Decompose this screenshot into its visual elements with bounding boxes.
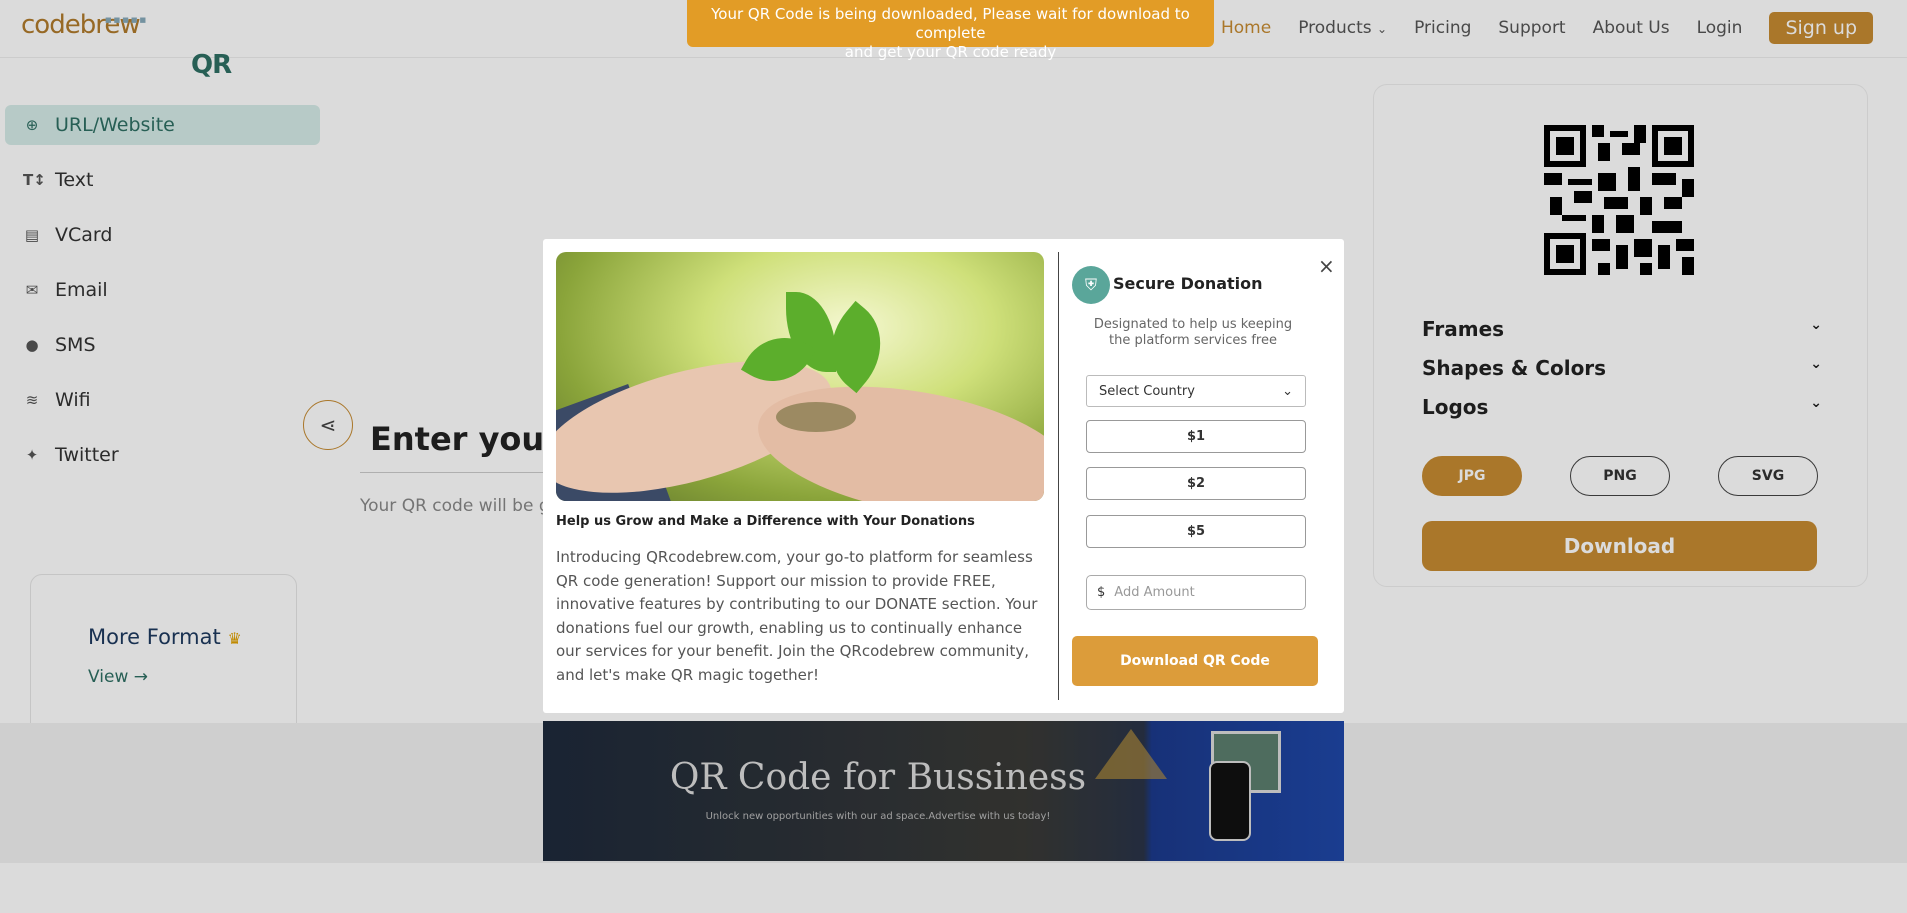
toast-line-1: Your QR Code is being downloaded, Please… [711,5,1190,42]
chevron-down-icon: ⌄ [1282,383,1293,399]
modal-divider [1058,252,1059,700]
custom-amount-field[interactable]: $ Add Amount [1086,575,1306,610]
donation-image [556,252,1044,501]
secure-donation-title: Secure Donation [1113,274,1263,293]
shield-icon: ⛨ [1072,266,1110,304]
amount-5-button[interactable]: $5 [1086,515,1306,548]
secure-donation-subtitle: Designated to help us keeping the platfo… [1093,317,1293,348]
currency-symbol: $ [1097,585,1106,600]
custom-amount-placeholder: Add Amount [1114,585,1195,600]
donation-description: Introducing QRcodebrew.com, your go-to p… [556,548,1038,684]
download-qr-code-button[interactable]: Download QR Code [1072,636,1318,686]
amount-1-button[interactable]: $1 [1086,420,1306,453]
amount-2-button[interactable]: $2 [1086,467,1306,500]
country-select[interactable]: Select Country ⌄ [1086,375,1306,407]
donation-heading: Help us Grow and Make a Difference with … [556,514,975,529]
download-toast: Your QR Code is being downloaded, Please… [687,0,1214,61]
country-select-value: Select Country [1099,383,1195,399]
coins-graphic [776,402,856,432]
toast-line-2: and get your QR code ready [844,43,1057,61]
close-icon[interactable]: × [1318,254,1335,278]
donation-modal: Help us Grow and Make a Difference with … [543,239,1344,713]
